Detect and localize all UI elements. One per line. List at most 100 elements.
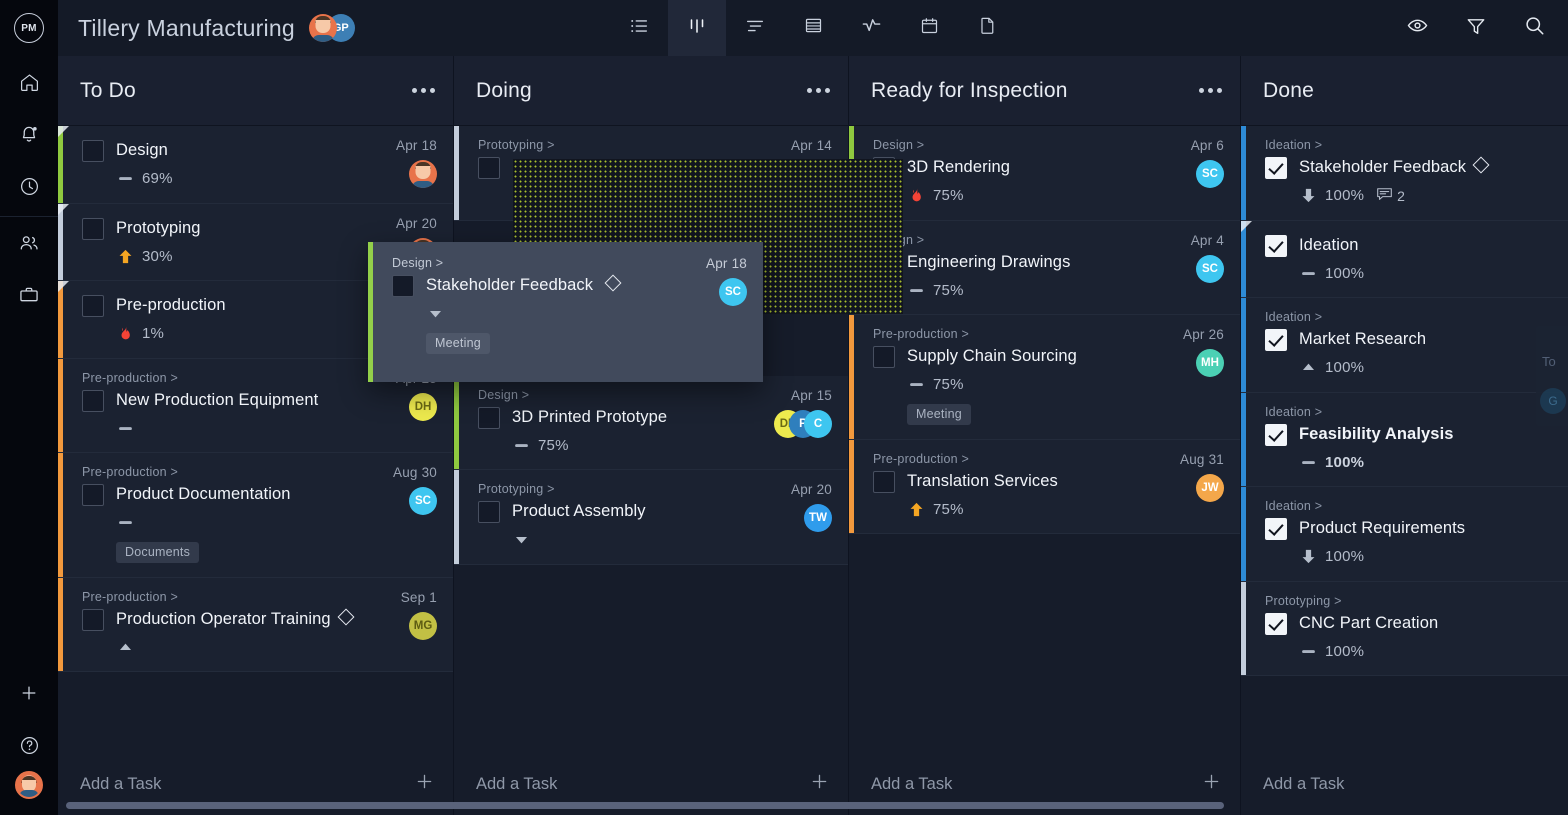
task-card[interactable]: Pre-production >Translation Services75%A… [849, 440, 1240, 535]
task-card[interactable]: Prototyping >Product AssemblyApr 20TW [454, 470, 848, 565]
assignees[interactable]: DHPC [774, 410, 832, 438]
tab-board[interactable] [668, 0, 726, 56]
card-title: Product Documentation [116, 482, 291, 508]
task-checkbox[interactable] [1265, 613, 1287, 635]
filter-icon[interactable] [1465, 15, 1487, 42]
column-body[interactable]: Design69%Apr 18Prototyping30%Apr 20Pre-p… [58, 126, 453, 753]
scrollbar-thumb[interactable] [66, 802, 1224, 809]
task-checkbox[interactable] [1265, 235, 1287, 257]
sidebar-item-notifications[interactable] [0, 108, 58, 160]
task-card[interactable]: Pre-production >Product DocumentationDoc… [58, 453, 453, 578]
sidebar-add-button[interactable] [0, 667, 58, 719]
avatar[interactable]: TW [804, 504, 832, 532]
tab-gantt[interactable] [726, 0, 784, 56]
sidebar-user-avatar[interactable] [15, 771, 43, 799]
task-checkbox[interactable] [873, 471, 895, 493]
assignees[interactable] [409, 160, 437, 188]
task-card[interactable]: Ideation >Stakeholder Feedback100%2 [1241, 126, 1568, 221]
sidebar-item-team[interactable] [0, 217, 58, 269]
card-title: Market Research [1299, 327, 1426, 353]
assignees[interactable]: DH [409, 393, 437, 421]
sidebar-item-activity[interactable] [0, 160, 58, 212]
task-checkbox[interactable] [478, 407, 500, 429]
milestone-icon [1473, 157, 1490, 174]
task-checkbox[interactable] [82, 140, 104, 162]
column-menu-button[interactable] [1199, 88, 1222, 93]
card-right: Aug 30SC [383, 465, 437, 563]
task-card[interactable]: Design >3D Printed Prototype75%Apr 15DHP… [454, 376, 848, 471]
task-card[interactable]: Ideation100% [1241, 221, 1568, 299]
task-checkbox[interactable] [82, 218, 104, 240]
avatar[interactable]: SC [1196, 160, 1224, 188]
card-title-row: Market Research [1265, 327, 1546, 353]
task-checkbox[interactable] [1265, 424, 1287, 446]
column-header: To Do [58, 56, 453, 126]
assignees[interactable]: MH [1196, 349, 1224, 377]
dragged-card[interactable]: Design > Stakeholder Feedback [368, 242, 763, 382]
tag[interactable]: Meeting [907, 404, 971, 425]
task-card[interactable]: Ideation >Feasibility Analysis100% [1241, 393, 1568, 488]
task-card[interactable]: Design69%Apr 18 [58, 126, 453, 204]
task-checkbox[interactable] [82, 609, 104, 631]
sidebar-help-button[interactable] [0, 719, 58, 771]
assignees[interactable]: SC [719, 278, 747, 306]
tab-workload[interactable] [842, 0, 900, 56]
edge-peek-card[interactable]: To G [1536, 326, 1568, 426]
avatar[interactable]: MH [1196, 349, 1224, 377]
task-card[interactable]: Design >3D Rendering75%Apr 6SC [849, 126, 1240, 221]
task-card[interactable]: Pre-production >Production Operator Trai… [58, 578, 453, 673]
column-menu-button[interactable] [807, 88, 830, 93]
task-checkbox[interactable] [478, 501, 500, 523]
project-members[interactable]: GP [309, 14, 355, 42]
task-checkbox[interactable] [1265, 518, 1287, 540]
avatar[interactable]: JW [1196, 474, 1224, 502]
task-checkbox[interactable] [82, 390, 104, 412]
card-right [1546, 138, 1556, 206]
assignees[interactable]: SC [1196, 255, 1224, 283]
task-checkbox[interactable] [82, 484, 104, 506]
avatar[interactable]: C [804, 410, 832, 438]
avatar[interactable]: SC [1196, 255, 1224, 283]
task-checkbox[interactable] [478, 157, 500, 179]
task-checkbox[interactable] [873, 346, 895, 368]
task-card[interactable]: Design >Engineering Drawings75%Apr 4SC [849, 221, 1240, 316]
assignees[interactable]: JW [1196, 474, 1224, 502]
avatar[interactable]: SC [719, 278, 747, 306]
app-logo[interactable]: PM [0, 0, 58, 56]
task-card[interactable]: Ideation >Market Research100% [1241, 298, 1568, 393]
avatar[interactable]: DH [409, 393, 437, 421]
column-body[interactable]: Design >3D Rendering75%Apr 6SCDesign >En… [849, 126, 1240, 753]
search-icon[interactable] [1523, 14, 1546, 42]
task-card[interactable]: Prototyping >CNC Part Creation100% [1241, 582, 1568, 677]
avatar[interactable] [409, 160, 437, 188]
task-card[interactable]: Ideation >Product Requirements100% [1241, 487, 1568, 582]
card-breadcrumb: Prototyping > [1265, 594, 1546, 608]
tab-list[interactable] [610, 0, 668, 56]
horizontal-scrollbar[interactable] [58, 802, 1568, 809]
tag[interactable]: Meeting [426, 333, 490, 354]
avatar[interactable]: MG [409, 612, 437, 640]
column-menu-button[interactable] [412, 88, 435, 93]
comment-count[interactable]: 2 [1376, 186, 1405, 205]
tag[interactable]: Documents [116, 542, 199, 563]
plus-icon [19, 683, 39, 703]
task-checkbox[interactable] [82, 295, 104, 317]
avatar[interactable] [309, 14, 337, 42]
column-body[interactable]: Ideation >Stakeholder Feedback100%2Ideat… [1241, 126, 1568, 753]
task-card[interactable]: Pre-production >Supply Chain Sourcing75%… [849, 315, 1240, 440]
avatar[interactable]: SC [409, 487, 437, 515]
tab-calendar[interactable] [900, 0, 958, 56]
task-checkbox[interactable] [1265, 329, 1287, 351]
task-checkbox[interactable] [392, 275, 414, 297]
assignees[interactable]: SC [409, 487, 437, 515]
eye-icon[interactable] [1406, 14, 1429, 42]
sidebar-item-projects[interactable] [0, 269, 58, 321]
assignees[interactable]: MG [409, 612, 437, 640]
sidebar-item-home[interactable] [0, 56, 58, 108]
progress-percent: 75% [538, 437, 569, 454]
task-checkbox[interactable] [1265, 157, 1287, 179]
assignees[interactable]: SC [1196, 160, 1224, 188]
tab-pages[interactable] [958, 0, 1016, 56]
assignees[interactable]: TW [804, 504, 832, 532]
tab-sheet[interactable] [784, 0, 842, 56]
